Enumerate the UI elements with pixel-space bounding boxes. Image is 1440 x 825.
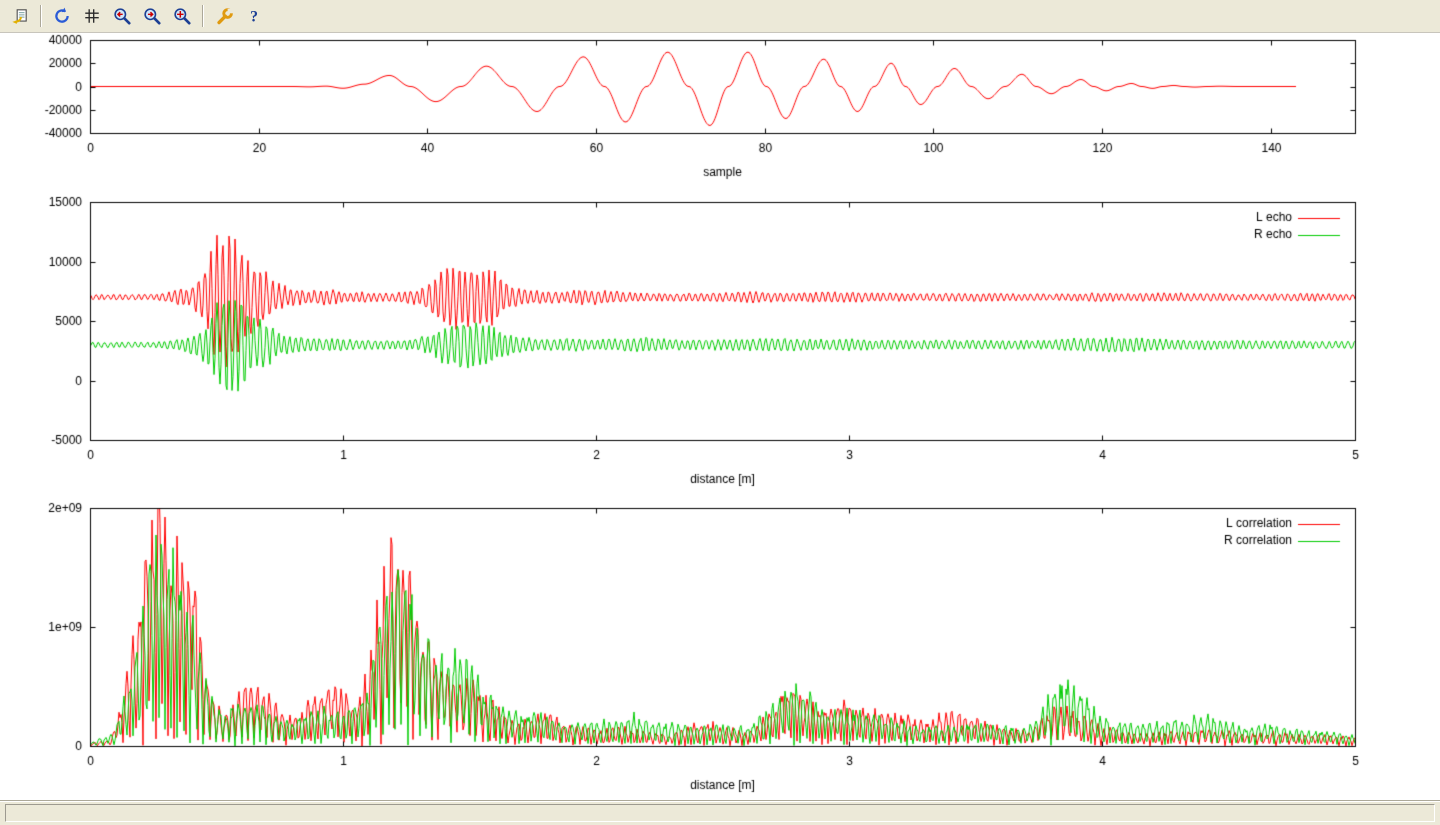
zoom-next-icon: [143, 7, 161, 25]
chart-echo-signals[interactable]: [0, 195, 1440, 495]
autoscale-button[interactable]: [168, 3, 195, 29]
toggle-grid-button[interactable]: [78, 3, 105, 29]
copy-to-clipboard-icon: [11, 7, 29, 25]
svg-text:?: ?: [250, 9, 258, 25]
autoscale-icon: [173, 7, 191, 25]
configure-button[interactable]: [210, 3, 237, 29]
chart-ping-waveform[interactable]: [0, 33, 1440, 195]
grid-icon: [83, 7, 101, 25]
zoom-previous-button[interactable]: [108, 3, 135, 29]
wrench-icon: [215, 7, 233, 25]
help-icon: ?: [245, 7, 263, 25]
help-button[interactable]: ?: [240, 3, 267, 29]
gnuplot-window: ?: [0, 0, 1440, 825]
chart-correlation[interactable]: [0, 495, 1440, 800]
status-bar: [0, 800, 1440, 825]
toolbar-separator: [202, 5, 203, 27]
toolbar: ?: [0, 0, 1440, 33]
replot-button[interactable]: [48, 3, 75, 29]
plot-area: [0, 33, 1440, 800]
copy-to-clipboard-button[interactable]: [6, 3, 33, 29]
replot-icon: [53, 7, 71, 25]
status-text: [5, 804, 1435, 822]
toolbar-separator: [40, 5, 41, 27]
zoom-next-button[interactable]: [138, 3, 165, 29]
zoom-previous-icon: [113, 7, 131, 25]
